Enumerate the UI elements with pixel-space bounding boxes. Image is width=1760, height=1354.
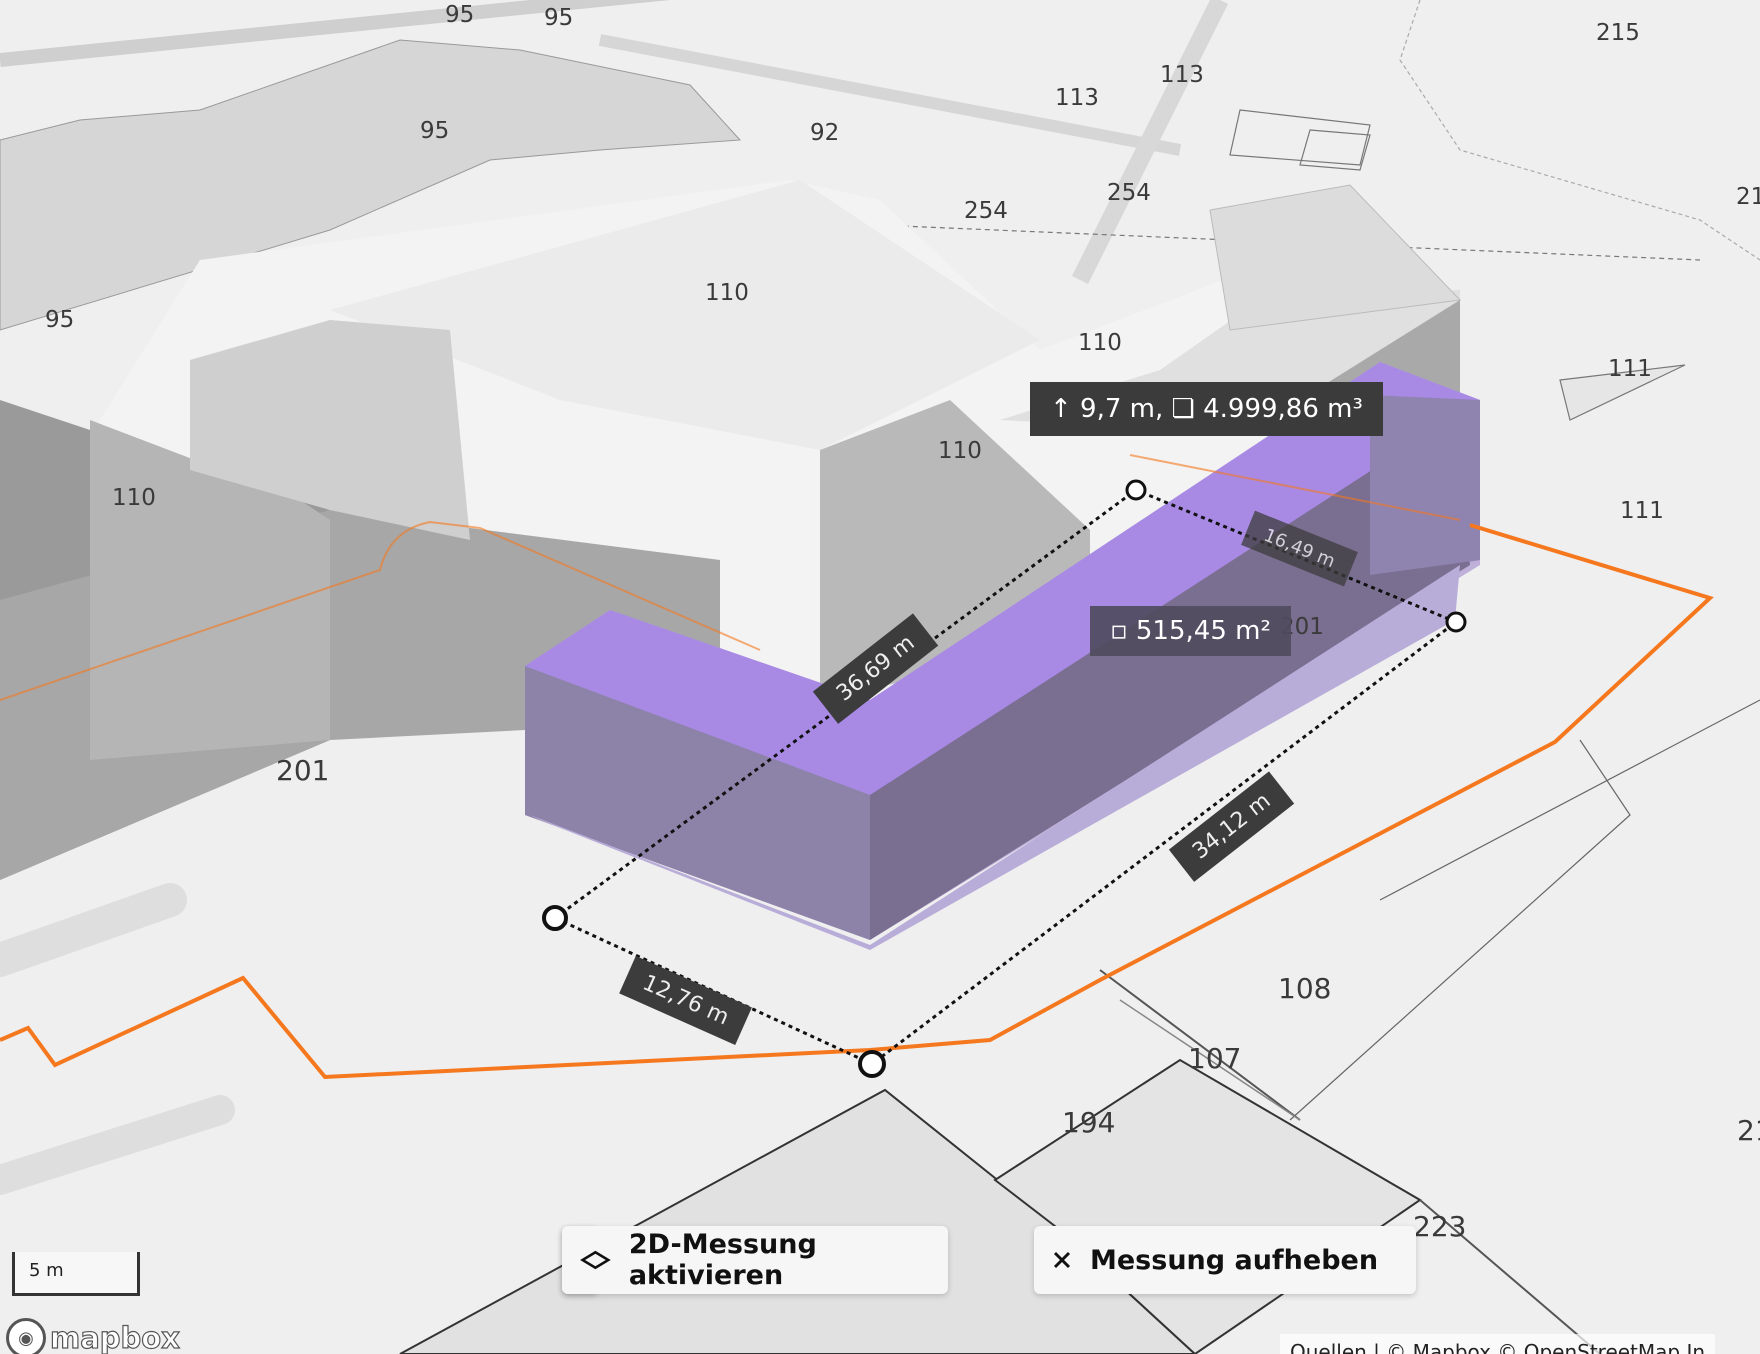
clear-measurement-button[interactable]: Messung aufheben (1034, 1226, 1416, 1294)
vertex-handle[interactable] (542, 905, 568, 931)
parcel-label: 107 (1188, 1042, 1241, 1075)
area-label: ▫ 515,45 m² (1090, 606, 1291, 656)
parcel-label: 110 (112, 485, 156, 511)
mapbox-logo[interactable]: ◉ mapbox (6, 1318, 181, 1354)
parcel-label: 92 (810, 120, 839, 146)
parcel-label: 110 (705, 280, 749, 306)
scale-bar: 5 m (12, 1252, 140, 1296)
vertex-handle[interactable] (1125, 479, 1147, 501)
parcel-label: 194 (1062, 1106, 1115, 1139)
parcel-label: 108 (1278, 972, 1331, 1005)
parcel-label: 223 (1413, 1210, 1466, 1243)
map-viewport[interactable]: 95 95 95 95 92 113 113 215 215 254 254 1… (0, 0, 1760, 1354)
vertex-handle[interactable] (858, 1050, 886, 1078)
parcel-label: 113 (1055, 85, 1099, 111)
activate-2d-measure-label: 2D-Messung aktivieren (628, 1229, 817, 1291)
scale-bar-label: 5 m (29, 1260, 64, 1281)
parcel-label: 113 (1160, 62, 1204, 88)
vertex-handle[interactable] (1445, 611, 1467, 633)
parcel-label: 201 (276, 754, 329, 787)
map-attribution[interactable]: Quellen | © Mapbox © OpenStreetMap In (1280, 1334, 1716, 1354)
parcel-label: 110 (1078, 330, 1122, 356)
activate-2d-measure-button[interactable]: 2D-Messung aktivieren (562, 1226, 948, 1294)
parcel-label: 111 (1608, 356, 1652, 382)
clear-measurement-label: Messung aufheben (1090, 1244, 1379, 1276)
close-icon (1053, 1251, 1071, 1269)
parcel-label: 95 (420, 118, 449, 144)
parcel-label: 95 (445, 2, 474, 28)
diamond-outline-icon (580, 1250, 611, 1270)
parcel-label: 95 (45, 307, 74, 333)
parcel-label: 110 (938, 438, 982, 464)
volume-tooltip: ↑ 9,7 m, ❏ 4.999,86 m³ (1030, 382, 1383, 436)
mapbox-logo-icon: ◉ (6, 1318, 46, 1354)
parcel-label: 111 (1620, 498, 1664, 524)
parcel-label: 95 (544, 5, 573, 31)
mapbox-logo-text: mapbox (49, 1320, 180, 1354)
parcel-label: 254 (964, 198, 1008, 224)
parcel-label: 215 (1596, 20, 1640, 46)
parcel-label: 254 (1107, 180, 1151, 206)
parcel-label: 215 (1736, 184, 1760, 210)
parcel-label: 21 (1737, 1114, 1760, 1147)
